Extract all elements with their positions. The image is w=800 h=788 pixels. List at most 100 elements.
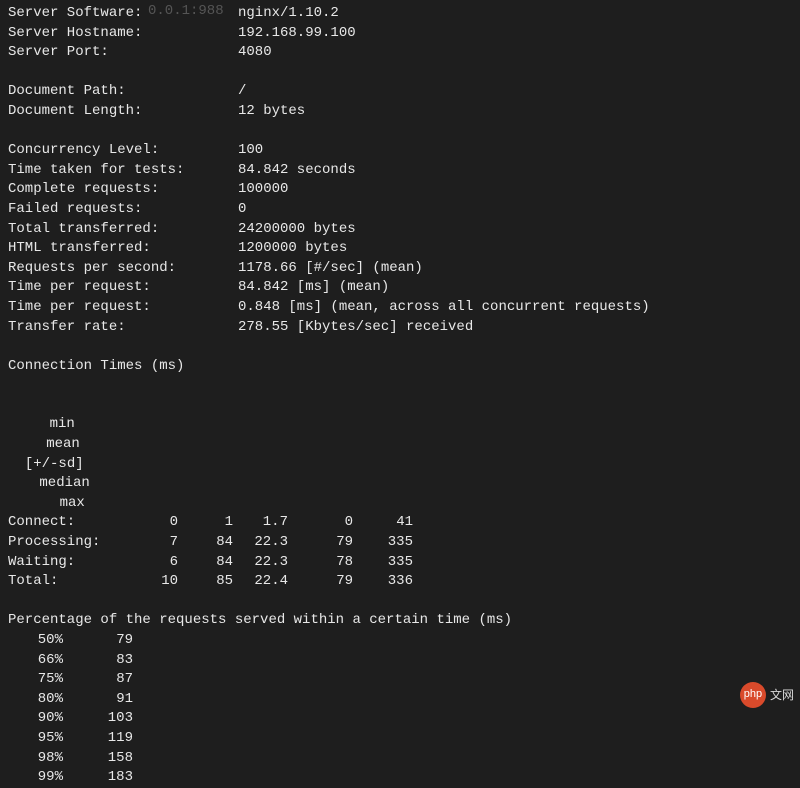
- percentiles-heading: Percentage of the requests served within…: [8, 611, 792, 631]
- ct-row-sd: 22.3: [233, 533, 288, 553]
- ct-row-min: 7: [128, 533, 178, 553]
- ghost-background-text: 0.0.1:988: [148, 2, 224, 22]
- percentile-row: 90%103: [8, 709, 792, 729]
- complete-requests-value: 100000: [238, 181, 288, 197]
- requests-per-second-label: Requests per second:: [8, 259, 238, 279]
- time-per-request-label-2: Time per request:: [8, 298, 238, 318]
- percentile-value: 119: [63, 729, 133, 749]
- percentile-value: 83: [63, 651, 133, 671]
- ct-row-min: 6: [128, 553, 178, 573]
- ct-row-sd: 22.4: [233, 572, 288, 592]
- failed-requests-label: Failed requests:: [8, 200, 238, 220]
- ct-row-max: 335: [353, 553, 413, 573]
- document-path-row: Document Path:/: [8, 82, 792, 102]
- total-transferred-value: 24200000 bytes: [238, 221, 356, 237]
- blank-line: [8, 63, 792, 83]
- ct-row-label: Processing:: [8, 533, 128, 553]
- ct-row-label: Waiting:: [8, 553, 128, 573]
- server-hostname-value: 192.168.99.100: [238, 25, 356, 41]
- server-software-row: Server Software:nginx/1.10.2: [8, 4, 792, 24]
- total-transferred-row: Total transferred:24200000 bytes: [8, 220, 792, 240]
- percentile-row: 80%91: [8, 690, 792, 710]
- failed-requests-value: 0: [238, 201, 246, 217]
- blank-line: [8, 122, 792, 142]
- concurrency-row: Concurrency Level:100: [8, 141, 792, 161]
- document-path-value: /: [238, 83, 246, 99]
- time-per-request-row-1: Time per request:84.842 [ms] (mean): [8, 278, 792, 298]
- server-port-value: 4080: [238, 44, 272, 60]
- time-per-request-label-1: Time per request:: [8, 278, 238, 298]
- complete-requests-label: Complete requests:: [8, 180, 238, 200]
- server-port-label: Server Port:: [8, 43, 238, 63]
- time-taken-value: 84.842 seconds: [238, 162, 356, 178]
- ct-row-sd: 1.7: [233, 513, 288, 533]
- failed-requests-row: Failed requests:0: [8, 200, 792, 220]
- html-transferred-value: 1200000 bytes: [238, 240, 347, 256]
- blank-line: [8, 337, 792, 357]
- percentile-percent: 90%: [8, 709, 63, 729]
- document-path-label: Document Path:: [8, 82, 238, 102]
- html-transferred-row: HTML transferred:1200000 bytes: [8, 239, 792, 259]
- percentile-percent: 99%: [8, 768, 63, 788]
- percentile-percent: 75%: [8, 670, 63, 690]
- transfer-rate-value: 278.55 [Kbytes/sec] received: [238, 319, 473, 335]
- percentile-row: 95%119: [8, 729, 792, 749]
- ct-row-mean: 84: [178, 553, 233, 573]
- connection-times-row: Total:108522.479336: [8, 572, 792, 592]
- ct-row-max: 41: [353, 513, 413, 533]
- ct-row-mean: 1: [178, 513, 233, 533]
- ct-header-blank: [25, 396, 145, 416]
- time-taken-label: Time taken for tests:: [8, 161, 238, 181]
- connection-times-heading: Connection Times (ms): [8, 357, 792, 377]
- time-per-request-row-2: Time per request:0.848 [ms] (mean, acros…: [8, 298, 792, 318]
- ct-row-min: 0: [128, 513, 178, 533]
- percentile-value: 79: [63, 631, 133, 651]
- ct-row-label: Total:: [8, 572, 128, 592]
- ct-header-max: max: [25, 494, 85, 514]
- ct-row-min: 10: [128, 572, 178, 592]
- ct-header-sd: [+/-sd]: [25, 455, 80, 475]
- transfer-rate-label: Transfer rate:: [8, 318, 238, 338]
- ct-row-mean: 84: [178, 533, 233, 553]
- blank-line: [8, 592, 792, 612]
- percentile-row: 75%87: [8, 670, 792, 690]
- percentile-row: 66%83: [8, 651, 792, 671]
- percentile-percent: 50%: [8, 631, 63, 651]
- connection-times-header: min mean [+/-sd] median max: [8, 376, 792, 513]
- ct-row-max: 336: [353, 572, 413, 592]
- time-per-request-value-2: 0.848 [ms] (mean, across all concurrent …: [238, 299, 650, 315]
- percentile-value: 183: [63, 768, 133, 788]
- ct-row-median: 79: [288, 533, 353, 553]
- ct-row-median: 0: [288, 513, 353, 533]
- server-port-row: Server Port:4080: [8, 43, 792, 63]
- total-transferred-label: Total transferred:: [8, 220, 238, 240]
- watermark: php 文网: [740, 682, 794, 708]
- server-hostname-label: Server Hostname:: [8, 24, 238, 44]
- ct-row-max: 335: [353, 533, 413, 553]
- percentile-value: 87: [63, 670, 133, 690]
- percentile-value: 158: [63, 749, 133, 769]
- watermark-text: 文网: [770, 687, 794, 704]
- concurrency-value: 100: [238, 142, 263, 158]
- percentile-row: 98%158: [8, 749, 792, 769]
- percentile-percent: 80%: [8, 690, 63, 710]
- transfer-rate-row: Transfer rate:278.55 [Kbytes/sec] receiv…: [8, 318, 792, 338]
- percentile-row: 99%183: [8, 768, 792, 788]
- percentile-percent: 98%: [8, 749, 63, 769]
- ct-row-label: Connect:: [8, 513, 128, 533]
- html-transferred-label: HTML transferred:: [8, 239, 238, 259]
- percentile-value: 103: [63, 709, 133, 729]
- percentile-percent: 66%: [8, 651, 63, 671]
- server-hostname-row: Server Hostname:192.168.99.100: [8, 24, 792, 44]
- connection-times-row: Connect:011.7041: [8, 513, 792, 533]
- time-per-request-value-1: 84.842 [ms] (mean): [238, 279, 389, 295]
- ct-header-min: min: [25, 415, 75, 435]
- requests-per-second-row: Requests per second:1178.66 [#/sec] (mea…: [8, 259, 792, 279]
- ct-row-sd: 22.3: [233, 553, 288, 573]
- ct-row-mean: 85: [178, 572, 233, 592]
- ct-row-median: 78: [288, 553, 353, 573]
- requests-per-second-value: 1178.66 [#/sec] (mean): [238, 260, 423, 276]
- percentile-row: 50%79: [8, 631, 792, 651]
- document-length-row: Document Length:12 bytes: [8, 102, 792, 122]
- watermark-logo-icon: php: [740, 682, 766, 708]
